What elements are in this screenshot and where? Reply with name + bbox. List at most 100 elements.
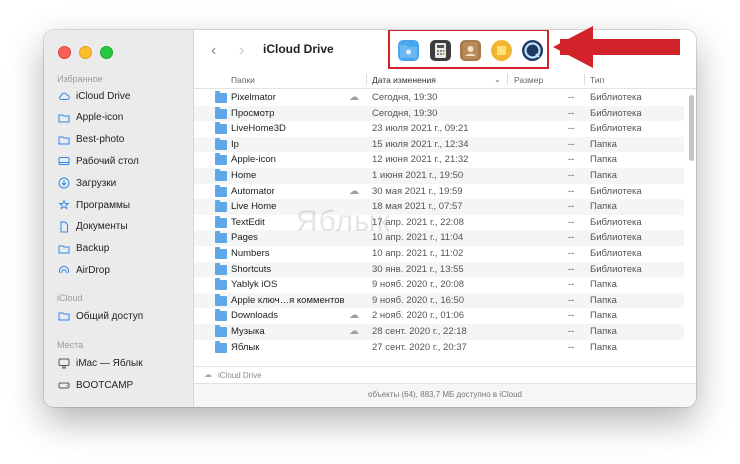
- sidebar-item-документы[interactable]: Документы: [58, 218, 128, 236]
- table-row[interactable]: Яблык 27 сент. 2020 г., 20:37 -- Папка: [194, 340, 684, 356]
- sidebar-item-shared[interactable]: Общий доступ: [58, 307, 143, 325]
- sidebar-item-airdrop[interactable]: AirDrop: [58, 261, 110, 279]
- forward-button[interactable]: ›: [239, 42, 244, 60]
- column-separator[interactable]: [366, 74, 367, 85]
- cloud-download-icon[interactable]: ☁: [349, 186, 359, 197]
- cell-size: --: [568, 185, 575, 197]
- folder-icon: [58, 112, 70, 124]
- main-pane: ‹ › iCloud Drive ⌕ Папки Дата изменения …: [194, 30, 696, 407]
- cell-kind: Папка: [590, 294, 617, 306]
- app-folder-icon[interactable]: [398, 40, 419, 61]
- table-row[interactable]: Pixelmator Сегодня, 19:30 -- Библиотека ☁: [194, 90, 684, 106]
- cell-date: 2 нояб. 2020 г., 01:06: [372, 310, 465, 322]
- drive-icon: [58, 379, 70, 391]
- sidebar-item-программы[interactable]: Программы: [58, 196, 130, 214]
- table-row[interactable]: Просмотр Сегодня, 19:30 -- Библиотека: [194, 105, 684, 122]
- sort-chevron-icon[interactable]: ⌄: [494, 75, 501, 84]
- folder-icon: [58, 243, 70, 255]
- cell-kind: Папка: [590, 201, 617, 213]
- cell-date: 15 июля 2021 г., 12:34: [372, 138, 469, 150]
- cell-name: TextEdit: [231, 216, 265, 228]
- sidebar-item-bootcamp[interactable]: BOOTCAMP: [58, 376, 133, 394]
- cell-size: --: [568, 310, 575, 322]
- cell-kind: Библиотека: [590, 92, 642, 103]
- cell-date: 1 июня 2021 г., 19:50: [372, 169, 464, 181]
- table-row[interactable]: Музыка 28 сент. 2020 г., 22:18 -- Папка ☁: [194, 323, 684, 340]
- shared-folder-icon: [58, 310, 70, 322]
- table-row[interactable]: Downloads 2 нояб. 2020 г., 01:06 -- Папка ☁: [194, 308, 684, 324]
- folder-icon: [215, 278, 227, 291]
- imac-icon: [58, 357, 70, 369]
- sidebar-item-label: Рабочий стол: [76, 155, 139, 167]
- folder-icon: [215, 340, 227, 353]
- cloud-download-icon[interactable]: ☁: [349, 92, 359, 103]
- table-row[interactable]: Automator 30 мая 2021 г., 19:59 -- Библиоте…: [194, 184, 684, 200]
- cell-date: 10 апр. 2021 г., 11:02: [372, 247, 464, 259]
- table-row[interactable]: Ip 15 июля 2021 г., 12:34 -- Папка: [194, 136, 684, 153]
- column-name[interactable]: Папки: [231, 75, 255, 85]
- sidebar-item-label: AirDrop: [76, 264, 110, 276]
- column-header: Папки Дата изменения ⌄ Размер Тип: [194, 70, 696, 89]
- apps-icon: [58, 199, 70, 211]
- folder-icon: [215, 91, 227, 103]
- close-button[interactable]: [58, 46, 71, 59]
- column-size[interactable]: Размер: [514, 75, 543, 85]
- cloud-download-icon[interactable]: ☁: [349, 310, 359, 321]
- table-row[interactable]: Pages 10 апр. 2021 г., 11:04 -- Библиотека: [194, 230, 684, 246]
- cell-name: Live Home: [231, 201, 277, 213]
- column-date[interactable]: Дата изменения: [372, 75, 436, 85]
- cell-name: Apple-icon: [231, 154, 276, 166]
- sidebar-item-apple-icon[interactable]: Apple-icon: [58, 109, 123, 127]
- table-row[interactable]: Numbers 10 апр. 2021 г., 11:02 -- Библиотек…: [194, 246, 684, 262]
- table-row[interactable]: Apple-icon 12 июня 2021 г., 21:32 -- Папка: [194, 152, 684, 168]
- sidebar-item-best-photo[interactable]: Best-photo: [58, 131, 124, 149]
- calculator-icon[interactable]: [430, 40, 451, 61]
- contacts-icon[interactable]: [460, 40, 481, 61]
- sidebar-item-icloud-drive[interactable]: iCloud Drive: [58, 87, 130, 105]
- cell-size: --: [568, 247, 575, 259]
- table-row[interactable]: Live Home 18 мая 2021 г., 07:57 -- Папка: [194, 199, 684, 215]
- cell-kind: Папка: [590, 154, 617, 166]
- cell-kind: Библиотека: [590, 247, 642, 259]
- minimize-button[interactable]: [79, 46, 92, 59]
- path-bar: ☁ iCloud Drive: [194, 366, 696, 384]
- cell-kind: Папка: [590, 310, 617, 322]
- table-row[interactable]: Yablyk iOS 9 нояб. 2020 г., 20:08 -- Папка: [194, 277, 684, 293]
- sidebar-item-backup[interactable]: Backup: [58, 240, 109, 258]
- sidebar-item-imac[interactable]: iMac — Яблык: [58, 354, 143, 372]
- status-bar: объекты (64), 883,7 МБ доступно в iCloud: [194, 383, 696, 407]
- cell-date: 17 апр. 2021 г., 22:08: [372, 216, 464, 228]
- cell-date: 9 нояб. 2020 г., 16:50: [372, 294, 465, 306]
- cloud-download-icon[interactable]: ☁: [349, 326, 359, 337]
- table-row[interactable]: Shortcuts 30 янв. 2021 г., 13:55 -- Библиот…: [194, 261, 684, 278]
- sidebar-item-загрузки[interactable]: Загрузки: [58, 174, 116, 192]
- back-button[interactable]: ‹: [211, 42, 216, 60]
- scrollbar[interactable]: [689, 95, 694, 161]
- column-kind[interactable]: Тип: [590, 75, 604, 85]
- folder-icon: [215, 215, 227, 228]
- column-separator[interactable]: [507, 74, 508, 85]
- sidebar-item-label: BOOTCAMP: [76, 379, 134, 391]
- sidebar-item-label: Best-photo: [76, 134, 125, 146]
- cell-size: --: [568, 263, 575, 275]
- quicktime-icon[interactable]: [522, 40, 543, 61]
- table-row[interactable]: TextEdit 17 апр. 2021 г., 22:08 -- Библиоте…: [194, 215, 684, 231]
- sidebar-item-рабочий-стол[interactable]: Рабочий стол: [58, 152, 139, 170]
- column-separator[interactable]: [584, 74, 585, 85]
- table-row[interactable]: LiveHome3D 23 июля 2021 г., 09:21 -- Библио…: [194, 121, 684, 137]
- cell-date: 30 мая 2021 г., 19:59: [372, 185, 463, 197]
- sidebar-item-label: Загрузки: [76, 177, 117, 189]
- table-row[interactable]: Home 1 июня 2021 г., 19:50 -- Папка: [194, 167, 684, 184]
- document-icon: [58, 221, 70, 233]
- table-row[interactable]: Apple ключ…я комментов 9 нояб. 2020 г., 1…: [194, 292, 684, 309]
- search-icon[interactable]: ⌕: [673, 43, 680, 58]
- cell-name: Ip: [231, 138, 239, 150]
- sidebar-item-label: Общий доступ: [76, 310, 144, 322]
- path-bar-label[interactable]: iCloud Drive: [218, 371, 262, 380]
- folder-icon: [215, 231, 227, 244]
- zoom-button[interactable]: [100, 46, 113, 59]
- cell-name: Яблык: [231, 341, 260, 353]
- stickies-icon[interactable]: [491, 40, 512, 61]
- folder-icon: [215, 184, 227, 197]
- cell-size: --: [568, 279, 575, 291]
